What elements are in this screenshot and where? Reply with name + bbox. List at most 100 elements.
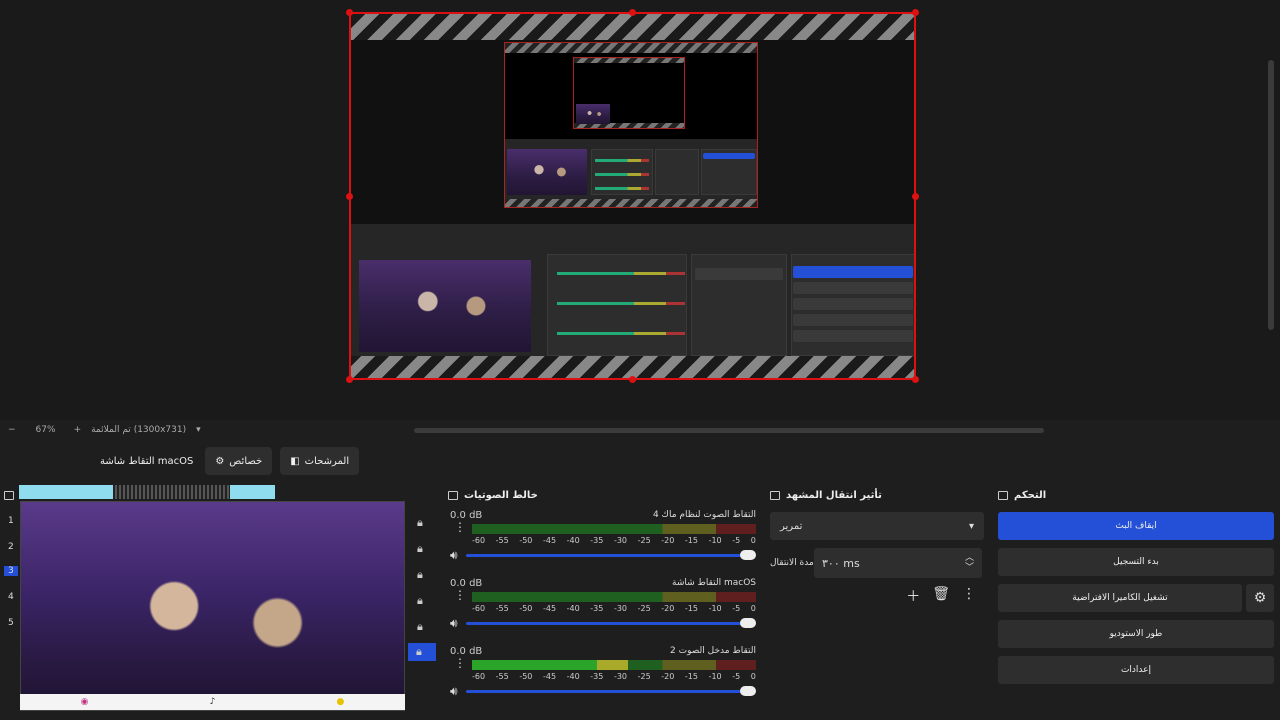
volume-slider[interactable]: [465, 549, 756, 560]
scene-item-active[interactable]: 3: [4, 566, 18, 576]
speaker-icon[interactable]: 🔊︎: [450, 616, 458, 631]
studio-mode-button[interactable]: طور الاستوديو: [998, 620, 1274, 648]
tick-label: -35: [590, 536, 604, 545]
preview-canvas[interactable]: [349, 12, 916, 380]
tick-label: -5: [732, 604, 741, 613]
more-icon[interactable]: ⋮: [454, 657, 466, 669]
add-icon[interactable]: ＋: [906, 586, 920, 606]
tick-label: -5: [732, 672, 741, 681]
transition-select[interactable]: تمرير ▾: [770, 512, 984, 540]
tick-label: -15: [684, 672, 698, 681]
tick-label: -30: [613, 536, 628, 545]
selected-source-name: التقاط شاشة macOS: [100, 455, 194, 467]
scene-item[interactable]: 5: [8, 618, 20, 628]
audio-mixer-dock: خالط الصوتيات 0.0 dB التقاط الصوت لنظام …: [444, 486, 762, 720]
meter-level: [472, 660, 629, 670]
mixer-channel: 0.0 dB التقاط شاشة macOS ⋮ -60 -55 -50 -45-…: [444, 572, 762, 640]
lock-icon[interactable]: 🔒︎: [417, 620, 429, 633]
volume-knob[interactable]: [740, 549, 756, 560]
resize-handle[interactable]: [346, 193, 353, 200]
channel-name: التقاط الصوت لنظام ماك 4: [652, 510, 756, 520]
filters-button[interactable]: ◧ المرشحات: [280, 447, 360, 475]
speaker-icon[interactable]: 🔊︎: [450, 548, 458, 563]
tick-label: -50: [519, 604, 533, 613]
start-recording-button[interactable]: بدء التسجيل: [998, 548, 1274, 576]
tick-label: -55: [495, 672, 509, 681]
filters-label: المرشحات: [304, 455, 350, 467]
chevron-down-icon: ▾: [968, 520, 974, 532]
tick-label: -60: [472, 536, 486, 545]
tick-label: -55: [495, 536, 509, 545]
lock-icon[interactable]: 🔒︎: [408, 643, 436, 661]
tick-label: -45: [542, 672, 557, 681]
resize-handle[interactable]: [912, 376, 919, 383]
virtual-camera-button[interactable]: تشغيل الكاميرا الافتراضية: [998, 584, 1242, 612]
more-icon[interactable]: ⋮: [454, 521, 466, 533]
more-icon[interactable]: ⋮: [454, 589, 466, 601]
meter-ticks: -60 -55 -50 -45 -40 -35 -30 -25 -20 -15 -10 -5 0: [472, 672, 756, 681]
tick-label: -30: [613, 672, 628, 681]
lock-icon[interactable]: 🔒︎: [417, 542, 429, 555]
mixer-title: خالط الصوتيات: [464, 489, 538, 501]
tick-label: -5: [732, 536, 741, 545]
overlay-strip: [230, 485, 275, 499]
trash-icon[interactable]: 🗑︎: [932, 586, 950, 606]
duration-input[interactable]: ٣٠٠ ms ︿ ﹀: [814, 548, 982, 578]
instagram-icon: ◉: [80, 697, 89, 707]
volume-slider[interactable]: [465, 685, 756, 696]
meter-ticks: -60 -55 -50 -45 -40 -35 -30 -25 -20 -15 -10 -5 0: [472, 604, 756, 613]
volume-knob[interactable]: [740, 685, 756, 696]
dock-icon: [770, 490, 780, 500]
camera-preview: [20, 501, 405, 711]
preview-area[interactable]: [0, 0, 1280, 420]
lock-icon[interactable]: 🔒︎: [417, 516, 429, 529]
zoom-out-button[interactable]: −: [8, 425, 16, 435]
volume-meter: [472, 524, 756, 534]
vertical-scrollbar[interactable]: [1268, 60, 1274, 330]
lock-icon[interactable]: 🔒︎: [417, 594, 429, 607]
lock-icon[interactable]: 🔒︎: [417, 568, 429, 581]
snapchat-icon: ●: [336, 697, 345, 707]
tick-label: -40: [566, 672, 580, 681]
transitions-dock: تأثير انتقال المشهد تمرير ▾ مدة الانتقال…: [766, 486, 988, 720]
speaker-icon[interactable]: 🔊︎: [450, 684, 458, 699]
tick-label: 0: [750, 672, 756, 681]
volume-meter: [472, 660, 756, 670]
chevron-down-icon[interactable]: ▾: [196, 425, 201, 435]
tick-label: -10: [708, 536, 722, 545]
resize-handle[interactable]: [629, 376, 636, 383]
more-icon[interactable]: ⋮: [962, 586, 976, 606]
volume-meter: [472, 592, 756, 602]
tick-label: -35: [590, 672, 604, 681]
volume-knob[interactable]: [740, 617, 756, 628]
stepper-icon[interactable]: ︿ ﹀: [965, 553, 974, 573]
gear-icon[interactable]: ⚙: [1246, 584, 1274, 612]
resize-handle[interactable]: [346, 376, 353, 383]
volume-slider[interactable]: [465, 617, 756, 628]
duration-value: ٣٠٠ ms: [822, 556, 860, 570]
scene-item[interactable]: 2: [8, 542, 20, 552]
scene-item[interactable]: 4: [8, 592, 20, 602]
tick-label: -10: [708, 672, 722, 681]
stop-stream-button[interactable]: ايقاف البث: [998, 512, 1274, 540]
resize-handle[interactable]: [912, 9, 919, 16]
resize-handle[interactable]: [346, 9, 353, 16]
tick-label: -25: [637, 536, 651, 545]
dock-icon: [448, 490, 458, 500]
dock-icon: [998, 490, 1008, 500]
settings-button[interactable]: إعدادات: [998, 656, 1274, 684]
transition-selected: تمرير: [780, 520, 803, 532]
properties-button[interactable]: ⚙ خصائص: [205, 447, 273, 475]
tick-label: -20: [661, 672, 675, 681]
properties-label: خصائص: [229, 455, 263, 467]
tick-label: -20: [661, 536, 675, 545]
resize-handle[interactable]: [912, 193, 919, 200]
zoom-in-button[interactable]: +: [74, 425, 82, 435]
tick-label: -45: [542, 536, 557, 545]
transitions-title: تأثير انتقال المشهد: [786, 489, 882, 501]
scene-item[interactable]: 1: [8, 516, 20, 526]
horizontal-scrollbar[interactable]: [414, 428, 1044, 433]
resize-handle[interactable]: [629, 9, 636, 16]
tick-label: -55: [495, 604, 509, 613]
tick-label: -60: [472, 672, 486, 681]
